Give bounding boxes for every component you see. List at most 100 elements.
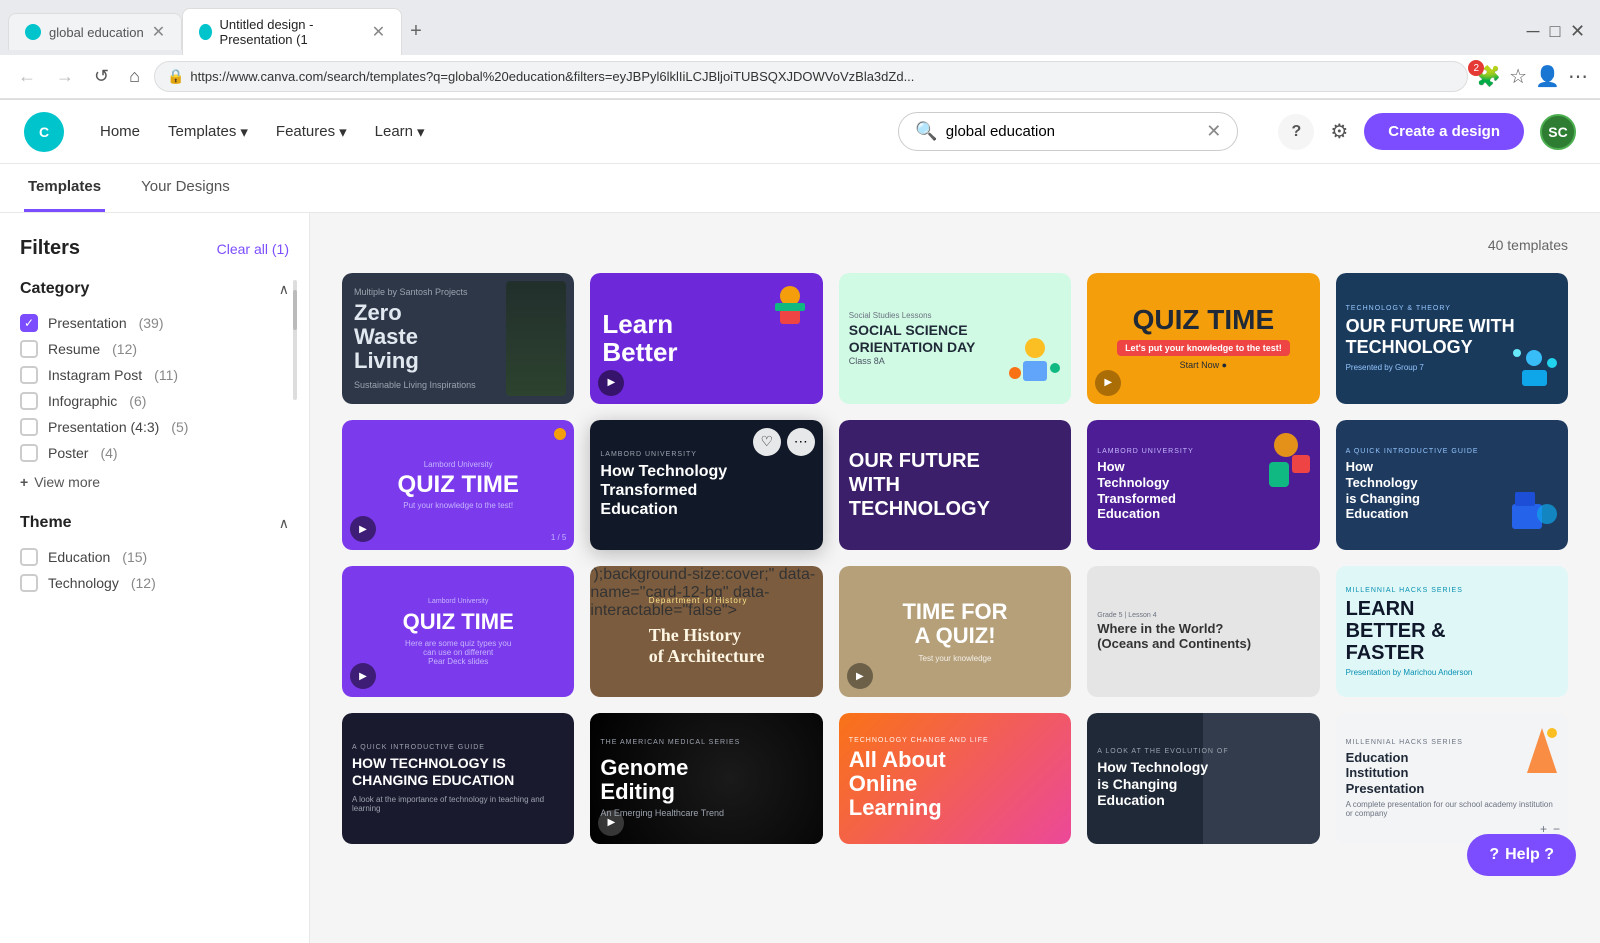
filter-technology[interactable]: Technology (12) bbox=[20, 570, 289, 596]
filter-infographic[interactable]: Infographic (6) bbox=[20, 388, 289, 414]
template-card-9[interactable]: LAMBORD UNIVERSITY HowTechnologyTransfor… bbox=[1087, 420, 1319, 551]
reload-button[interactable]: ↺ bbox=[88, 62, 115, 91]
card-7-like-button[interactable]: ♡ bbox=[753, 428, 781, 456]
forward-button[interactable]: → bbox=[50, 62, 80, 91]
template-card-20[interactable]: MILLENNIAL HACKS SERIES EducationInstitu… bbox=[1336, 713, 1568, 844]
filter-education[interactable]: Education (15) bbox=[20, 544, 289, 570]
template-card-18[interactable]: TECHNOLOGY CHANGE AND LIFE All AboutOnli… bbox=[839, 713, 1071, 844]
profile-button[interactable]: 👤 bbox=[1535, 64, 1560, 89]
back-button[interactable]: ← bbox=[12, 62, 42, 91]
search-bar[interactable]: 🔍 ✕ bbox=[898, 112, 1238, 151]
avatar[interactable]: SC bbox=[1540, 114, 1576, 150]
more-button[interactable]: ⋯ bbox=[1568, 64, 1588, 89]
card-11-play[interactable]: ▶ bbox=[350, 663, 376, 689]
sidebar-scroll-area: Category ∧ Presentation (39) Resume (12) bbox=[20, 280, 289, 596]
filter-instagram[interactable]: Instagram Post (11) bbox=[20, 362, 289, 388]
poster-checkbox[interactable] bbox=[20, 444, 38, 462]
template-card-19[interactable]: A LOOK AT THE EVOLUTION OF How Technolog… bbox=[1087, 713, 1319, 844]
presentation-checkbox[interactable] bbox=[20, 314, 38, 332]
browser-actions: 🧩 2 ☆ 👤 ⋯ bbox=[1476, 64, 1588, 89]
presentation43-checkbox[interactable] bbox=[20, 418, 38, 436]
card-13-title: TIME FORA QUIZ! bbox=[902, 600, 1007, 648]
education-label: Education bbox=[48, 549, 110, 565]
template-card-7[interactable]: LAMBORD UNIVERSITY How TechnologyTransfo… bbox=[590, 420, 822, 551]
template-card-12[interactable]: ');background-size:cover;" data-name="ca… bbox=[590, 566, 822, 697]
category-header[interactable]: Category ∧ bbox=[20, 280, 289, 298]
url-input[interactable] bbox=[190, 69, 1455, 84]
card-17-sub: An Emerging Healthcare Trend bbox=[600, 808, 740, 818]
card-13-play[interactable]: ▶ bbox=[847, 663, 873, 689]
new-tab-button[interactable]: + bbox=[402, 16, 430, 47]
tab-1[interactable]: global education ✕ bbox=[8, 13, 182, 50]
instagram-count: (11) bbox=[154, 367, 178, 383]
address-bar[interactable]: 🔒 bbox=[154, 61, 1468, 92]
card-7-more-button[interactable]: ⋯ bbox=[787, 428, 815, 456]
view-more-button[interactable]: + View more bbox=[20, 474, 289, 490]
tab-2[interactable]: Untitled design - Presentation (1 ✕ bbox=[182, 8, 402, 55]
template-card-4[interactable]: QUIZ TIME Let's put your knowledge to th… bbox=[1087, 273, 1319, 404]
tab-your-designs[interactable]: Your Designs bbox=[137, 164, 234, 212]
search-clear-icon[interactable]: ✕ bbox=[1206, 121, 1221, 142]
help-button[interactable]: ? Help ? bbox=[1467, 834, 1576, 876]
tab-bar: global education ✕ Untitled design - Pre… bbox=[0, 0, 1600, 55]
template-card-8[interactable]: OUR FUTUREWITHTECHNOLOGY bbox=[839, 420, 1071, 551]
theme-header[interactable]: Theme ∧ bbox=[20, 514, 289, 532]
template-grid: Multiple by Santosh Projects ZeroWasteLi… bbox=[342, 273, 1568, 844]
nav-templates[interactable]: Templates ▾ bbox=[156, 115, 260, 149]
instagram-checkbox[interactable] bbox=[20, 366, 38, 384]
card-2-play[interactable]: ▶ bbox=[598, 370, 624, 396]
category-items: Presentation (39) Resume (12) Instagram … bbox=[20, 310, 289, 466]
technology-checkbox[interactable] bbox=[20, 574, 38, 592]
theme-section: Theme ∧ Education (15) Technology (12) bbox=[20, 514, 289, 596]
infographic-checkbox[interactable] bbox=[20, 392, 38, 410]
template-card-11[interactable]: Lambord University QUIZ TIME Here are so… bbox=[342, 566, 574, 697]
settings-icon-button[interactable]: ⚙ bbox=[1330, 119, 1348, 144]
scrollbar-track bbox=[293, 280, 297, 400]
clear-all-button[interactable]: Clear all (1) bbox=[217, 241, 289, 257]
scrollbar-thumb[interactable] bbox=[293, 290, 297, 330]
help-icon-button[interactable]: ? bbox=[1278, 114, 1314, 150]
template-card-17[interactable]: THE AMERICAN MEDICAL SERIES GenomeEditin… bbox=[590, 713, 822, 844]
template-card-1[interactable]: Multiple by Santosh Projects ZeroWasteLi… bbox=[342, 273, 574, 404]
template-card-10[interactable]: A QUICK INTRODUCTIVE GUIDE HowTechnology… bbox=[1336, 420, 1568, 551]
home-button[interactable]: ⌂ bbox=[123, 62, 146, 91]
template-card-2[interactable]: LearnBetter ▶ bbox=[590, 273, 822, 404]
template-card-6[interactable]: Lambord University QUIZ TIME Put your kn… bbox=[342, 420, 574, 551]
results-header: 40 templates bbox=[342, 237, 1568, 253]
tab-close-1[interactable]: ✕ bbox=[152, 22, 165, 42]
nav-home[interactable]: Home bbox=[88, 115, 152, 148]
filter-resume[interactable]: Resume (12) bbox=[20, 336, 289, 362]
card-13-sub: Test your knowledge bbox=[919, 654, 992, 663]
nav-features[interactable]: Features ▾ bbox=[264, 115, 359, 149]
template-card-16[interactable]: A QUICK INTRODUCTIVE GUIDE HOW TECHNOLOG… bbox=[342, 713, 574, 844]
close-window-button[interactable]: ✕ bbox=[1570, 21, 1584, 35]
canva-logo[interactable]: C bbox=[24, 112, 64, 152]
minimize-button[interactable]: ─ bbox=[1526, 21, 1540, 35]
filter-presentation-43[interactable]: Presentation (4:3) (5) bbox=[20, 414, 289, 440]
education-checkbox[interactable] bbox=[20, 548, 38, 566]
star-button[interactable]: ☆ bbox=[1509, 64, 1527, 89]
extensions-button[interactable]: 🧩 2 bbox=[1476, 64, 1501, 89]
tab-templates[interactable]: Templates bbox=[24, 164, 105, 212]
template-card-13[interactable]: TIME FORA QUIZ! Test your knowledge ▶ bbox=[839, 566, 1071, 697]
template-item-9: LAMBORD UNIVERSITY HowTechnologyTransfor… bbox=[1087, 420, 1319, 551]
filter-poster[interactable]: Poster (4) bbox=[20, 440, 289, 466]
create-design-button[interactable]: Create a design bbox=[1364, 113, 1524, 150]
nav-learn[interactable]: Learn ▾ bbox=[363, 115, 437, 149]
tab-close-2[interactable]: ✕ bbox=[372, 22, 385, 42]
card-12-title: The Historyof Architecture bbox=[649, 625, 765, 668]
template-card-14[interactable]: Grade 5 | Lesson 4 Where in the World?(O… bbox=[1087, 566, 1319, 697]
resume-checkbox[interactable] bbox=[20, 340, 38, 358]
card-16-sub: A look at the importance of technology i… bbox=[352, 795, 564, 813]
template-card-3[interactable]: Social Studies Lessons SOCIAL SCIENCEORI… bbox=[839, 273, 1071, 404]
card-6-play[interactable]: ▶ bbox=[350, 516, 376, 542]
card-15-sub: Presentation by Marichou Anderson bbox=[1346, 668, 1473, 677]
template-item-2: LearnBetter ▶ bbox=[590, 273, 822, 404]
template-card-5[interactable]: TECHNOLOGY & THEORY OUR FUTURE WITHTECHN… bbox=[1336, 273, 1568, 404]
maximize-button[interactable]: □ bbox=[1548, 21, 1562, 35]
template-card-15[interactable]: MILLENNIAL HACKS SERIES LEARNBETTER &FAS… bbox=[1336, 566, 1568, 697]
filter-presentation[interactable]: Presentation (39) bbox=[20, 310, 289, 336]
card-4-play[interactable]: ▶ bbox=[1095, 370, 1121, 396]
search-input[interactable] bbox=[946, 123, 1198, 140]
resume-count: (12) bbox=[112, 341, 137, 357]
